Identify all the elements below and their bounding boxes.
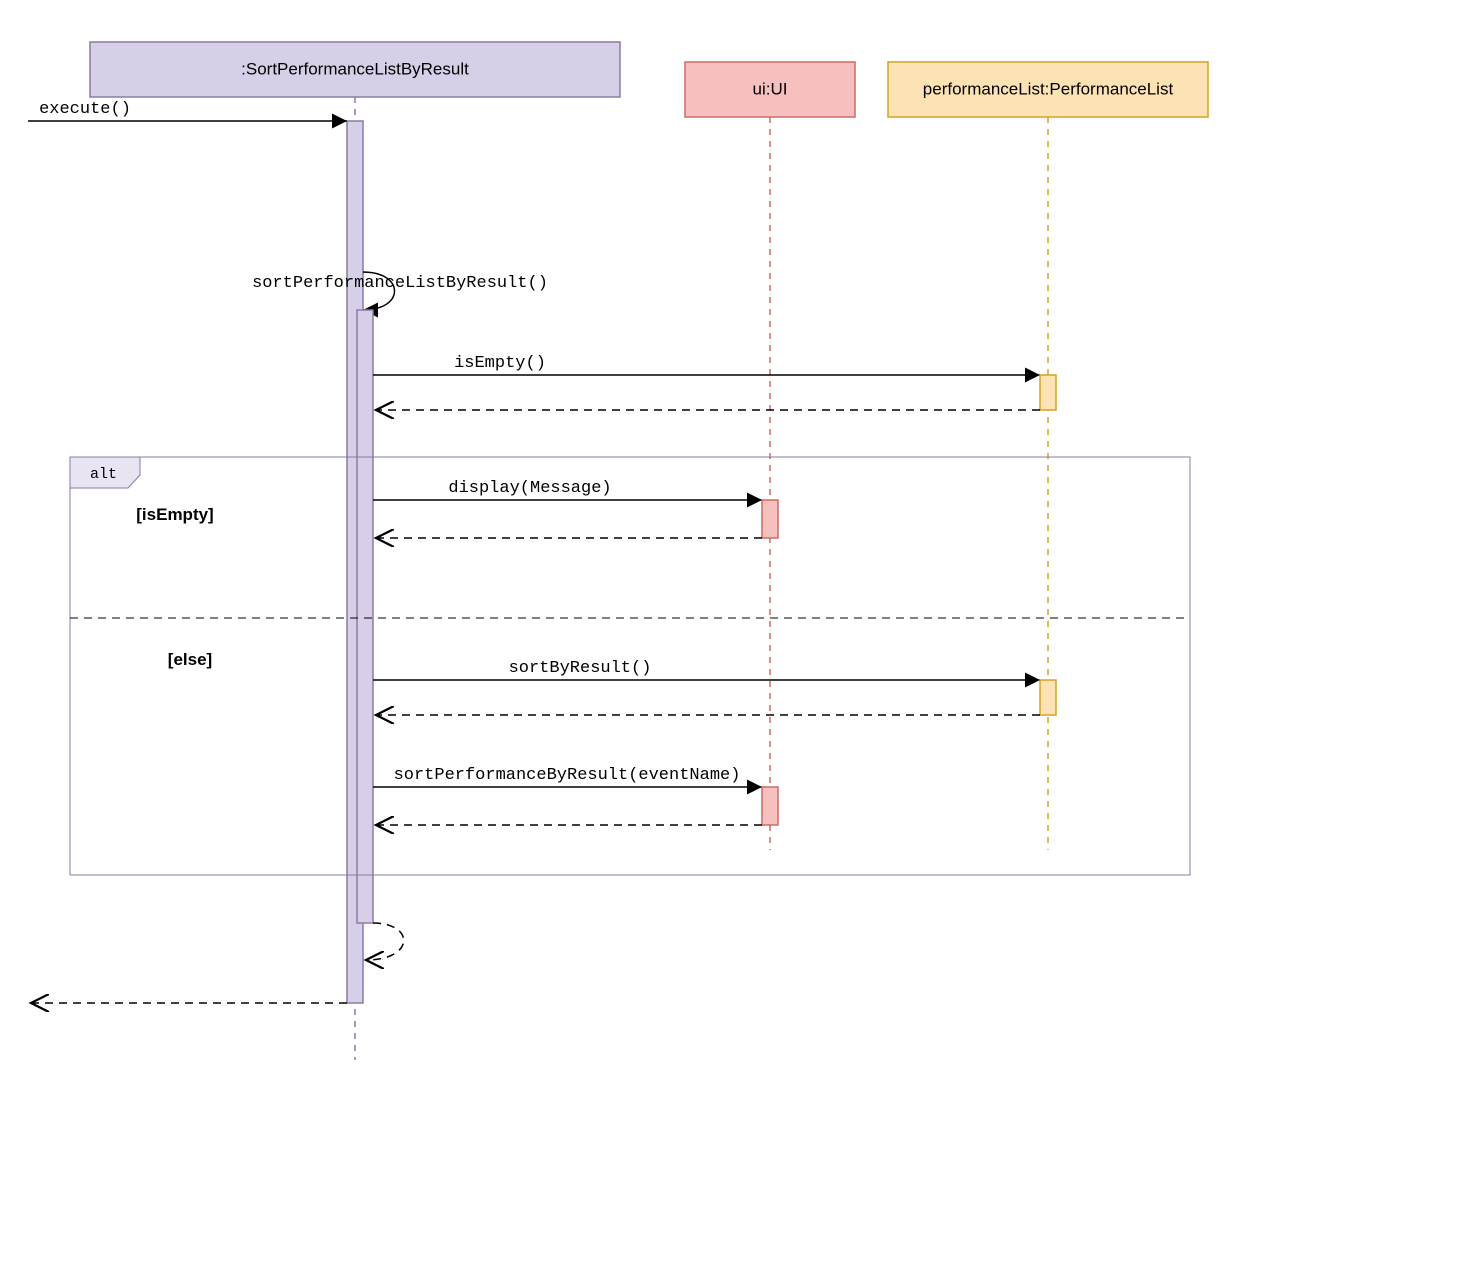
- activation-sort-inner: [357, 310, 373, 923]
- participant-ui-label: ui:UI: [753, 79, 788, 98]
- activation-ui-display: [762, 500, 778, 538]
- alt-label-text: alt: [90, 466, 117, 483]
- msg-selfcall-label: sortPerformanceListByResult(): [252, 274, 548, 293]
- msg-sortperf-label: sortPerformanceByResult(eventName): [394, 766, 741, 785]
- activation-perf-isempty: [1040, 375, 1056, 410]
- self-return: [366, 923, 404, 960]
- msg-display-label: display(Message): [448, 479, 611, 498]
- msg-isempty-label: isEmpty(): [454, 354, 546, 373]
- guard-else: [else]: [168, 650, 212, 669]
- activation-ui-sortperf: [762, 787, 778, 825]
- participant-perf-label: performanceList:PerformanceList: [923, 79, 1174, 98]
- activation-perf-sort: [1040, 680, 1056, 715]
- msg-execute-label: execute(): [39, 100, 131, 119]
- msg-sortbyresult-label: sortByResult(): [509, 659, 652, 678]
- participant-sort-label: :SortPerformanceListByResult: [241, 59, 469, 78]
- guard-isempty: [isEmpty]: [136, 505, 213, 524]
- sequence-diagram: :SortPerformanceListByResult ui:UI perfo…: [20, 20, 1460, 1262]
